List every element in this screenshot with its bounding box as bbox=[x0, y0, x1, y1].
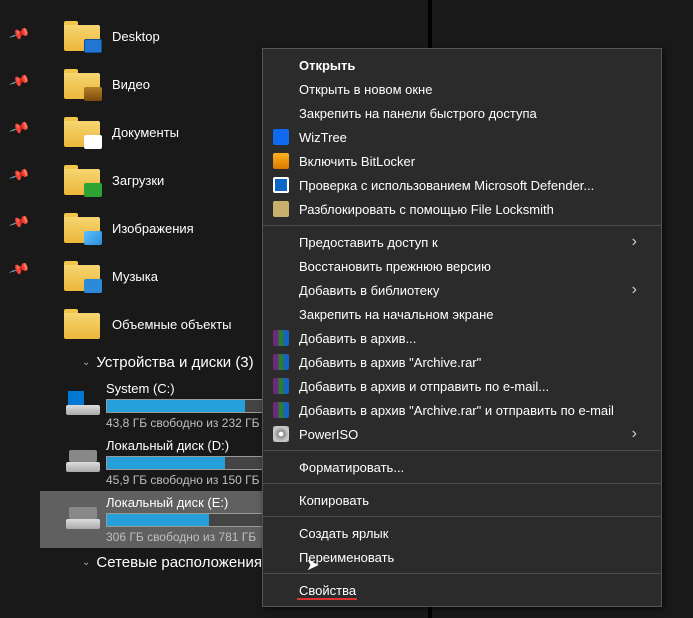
pin-icon[interactable]: 📌 bbox=[9, 117, 32, 140]
drive-icon bbox=[66, 507, 100, 529]
menu-item-label: Переименовать bbox=[299, 550, 394, 565]
menu-item[interactable]: Проверка с использованием Microsoft Defe… bbox=[263, 173, 661, 197]
menu-item-label: Проверка с использованием Microsoft Defe… bbox=[299, 178, 594, 193]
drive-icon bbox=[66, 393, 100, 415]
menu-separator bbox=[263, 573, 661, 574]
menu-item[interactable]: Предоставить доступ к › bbox=[263, 230, 661, 254]
menu-item[interactable]: Добавить в архив "Archive.rar" bbox=[263, 350, 661, 374]
drive-usage-bar bbox=[106, 513, 276, 527]
chevron-right-icon: › bbox=[632, 233, 637, 251]
folder-label: Desktop bbox=[112, 29, 160, 44]
menu-item[interactable]: Добавить в архив "Archive.rar" и отправи… bbox=[263, 398, 661, 422]
menu-item-label: Закрепить на начальном экране bbox=[299, 307, 494, 322]
drive-usage-bar bbox=[106, 399, 276, 413]
menu-item[interactable]: Создать ярлык bbox=[263, 521, 661, 545]
folder-label: Объемные объекты bbox=[112, 317, 232, 332]
pin-icon[interactable]: 📌 bbox=[9, 70, 32, 93]
folder-icon bbox=[64, 213, 100, 243]
quick-access-pins: 📌 📌 📌 📌 📌 📌 bbox=[0, 0, 40, 618]
context-menu: Открыть Открыть в новом окне Закрепить на … bbox=[262, 48, 662, 607]
folder-icon bbox=[64, 21, 100, 51]
menu-separator bbox=[263, 450, 661, 451]
chevron-right-icon: › bbox=[632, 425, 637, 443]
folder-label: Изображения bbox=[112, 221, 194, 236]
menu-item-label: PowerISO bbox=[299, 427, 358, 442]
folder-label: Документы bbox=[112, 125, 179, 140]
menu-item-label: Восстановить прежнюю версию bbox=[299, 259, 491, 274]
menu-item[interactable]: Закрепить на панели быстрого доступа bbox=[263, 101, 661, 125]
folder-label: Загрузки bbox=[112, 173, 164, 188]
ic-def-icon bbox=[273, 177, 289, 193]
folder-icon bbox=[64, 261, 100, 291]
folder-icon bbox=[64, 309, 100, 339]
menu-item[interactable]: Добавить в библиотеку › bbox=[263, 278, 661, 302]
drive-usage-bar bbox=[106, 456, 276, 470]
menu-item-label: Добавить в архив... bbox=[299, 331, 416, 346]
chevron-down-icon: ⌄ bbox=[82, 557, 90, 568]
menu-item[interactable]: Копировать bbox=[263, 488, 661, 512]
chevron-down-icon: ⌄ bbox=[82, 357, 90, 368]
pin-icon[interactable]: 📌 bbox=[9, 211, 32, 234]
ic-rar-icon bbox=[273, 402, 289, 418]
folder-icon bbox=[64, 117, 100, 147]
menu-item[interactable]: Разблокировать с помощью File Locksmith bbox=[263, 197, 661, 221]
menu-item[interactable]: Свойства bbox=[263, 578, 661, 602]
ic-rar-icon bbox=[273, 330, 289, 346]
menu-item-label: Добавить в библиотеку bbox=[299, 283, 439, 298]
menu-item[interactable]: Переименовать bbox=[263, 545, 661, 569]
menu-item-label: Открыть в новом окне bbox=[299, 82, 432, 97]
pin-icon[interactable]: 📌 bbox=[9, 164, 32, 187]
menu-separator bbox=[263, 225, 661, 226]
menu-item-label: Добавить в архив и отправить по e-mail..… bbox=[299, 379, 549, 394]
menu-item[interactable]: WizTree bbox=[263, 125, 661, 149]
menu-item-label: Включить BitLocker bbox=[299, 154, 415, 169]
folder-icon bbox=[64, 69, 100, 99]
menu-item[interactable]: Включить BitLocker bbox=[263, 149, 661, 173]
menu-item-label: Закрепить на панели быстрого доступа bbox=[299, 106, 537, 121]
menu-item[interactable]: PowerISO › bbox=[263, 422, 661, 446]
menu-item-label: Форматировать... bbox=[299, 460, 404, 475]
menu-item-label: Копировать bbox=[299, 493, 369, 508]
section-drives-label: Устройства и диски (3) bbox=[96, 354, 253, 371]
menu-item-label: Разблокировать с помощью File Locksmith bbox=[299, 202, 554, 217]
folder-label: Музыка bbox=[112, 269, 158, 284]
pin-icon[interactable]: 📌 bbox=[9, 258, 32, 281]
ic-rar-icon bbox=[273, 354, 289, 370]
folder-icon bbox=[64, 165, 100, 195]
menu-item-label: Предоставить доступ к bbox=[299, 235, 438, 250]
menu-item-label: Свойства bbox=[299, 583, 356, 598]
menu-item-label: Создать ярлык bbox=[299, 526, 388, 541]
menu-item[interactable]: Форматировать... bbox=[263, 455, 661, 479]
menu-item[interactable]: Закрепить на начальном экране bbox=[263, 302, 661, 326]
pin-icon[interactable]: 📌 bbox=[9, 23, 32, 46]
menu-item[interactable]: Открыть bbox=[263, 53, 661, 77]
ic-wiz-icon bbox=[273, 129, 289, 145]
menu-separator bbox=[263, 483, 661, 484]
menu-item-label: WizTree bbox=[299, 130, 347, 145]
chevron-right-icon: › bbox=[632, 281, 637, 299]
drive-icon bbox=[66, 450, 100, 472]
menu-item[interactable]: Открыть в новом окне bbox=[263, 77, 661, 101]
folder-label: Видео bbox=[112, 77, 150, 92]
section-network-label: Сетевые расположения (1) bbox=[96, 554, 284, 571]
ic-iso-icon bbox=[273, 426, 289, 442]
ic-rar-icon bbox=[273, 378, 289, 394]
menu-item[interactable]: Восстановить прежнюю версию bbox=[263, 254, 661, 278]
menu-item-label: Открыть bbox=[299, 58, 355, 73]
menu-separator bbox=[263, 516, 661, 517]
menu-item[interactable]: Добавить в архив и отправить по e-mail..… bbox=[263, 374, 661, 398]
menu-item-label: Добавить в архив "Archive.rar" bbox=[299, 355, 481, 370]
ic-bit-icon bbox=[273, 153, 289, 169]
menu-item[interactable]: Добавить в архив... bbox=[263, 326, 661, 350]
ic-lock-icon bbox=[273, 201, 289, 217]
menu-item-label: Добавить в архив "Archive.rar" и отправи… bbox=[299, 403, 614, 418]
